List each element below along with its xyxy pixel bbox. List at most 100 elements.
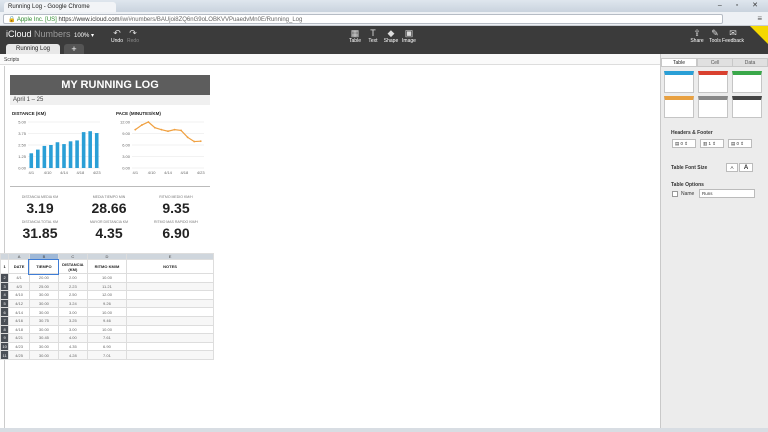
data-point[interactable] [199, 140, 202, 143]
table-header-cell[interactable]: RITMO KM/M [86, 259, 128, 274]
pace-chart[interactable]: 12.00 9.00 6.00 3.00 0.004/1 4/10 4/14 4/18 4/23 [114, 118, 210, 180]
table-row[interactable]: 6 4/14 30.00 3.00 10.00 [0, 307, 214, 317]
row-number[interactable]: 3 [0, 281, 10, 292]
data-point[interactable] [147, 121, 150, 123]
table-row[interactable]: 3 4/3 25.00 2.23 11.21 [0, 281, 214, 292]
stat-card[interactable]: DISTANCIA MEDIA KM 3.19 [9, 195, 71, 216]
stat-card[interactable]: MEDIA TIEMPO MIN 28.66 [78, 195, 140, 216]
table-cell[interactable]: 10.00 [86, 273, 128, 283]
log-title[interactable]: MY RUNNING LOG [10, 75, 210, 95]
url-field[interactable]: 🔒 Apple Inc. [US] https://www.icloud.com… [3, 14, 723, 24]
table-cell[interactable]: 4/14 [8, 307, 30, 317]
table-style-blue[interactable] [664, 71, 694, 93]
tab-data[interactable]: Data [732, 58, 768, 67]
table-cell[interactable]: 4.28 [57, 350, 88, 360]
table-style-orange[interactable] [664, 96, 694, 118]
browser-tab[interactable]: Running Log - Google Chrome [4, 2, 116, 12]
table-cell[interactable]: 30.00 [28, 324, 59, 335]
data-point[interactable] [167, 130, 169, 133]
footer-rows-stepper[interactable]: ▤ 0 ⇕ [728, 139, 752, 148]
row-number[interactable]: 6 [0, 307, 10, 317]
table-header-cell[interactable]: NOTES [126, 259, 214, 274]
table-style-red[interactable] [698, 71, 728, 93]
table-cell[interactable]: 11.21 [86, 281, 128, 292]
table-cell[interactable]: 4/16 [8, 315, 30, 326]
table-row[interactable]: 8 4/18 30.00 3.00 10.00 [0, 324, 214, 335]
row-number[interactable]: 7 [0, 315, 10, 326]
stat-card[interactable]: RITMO MEDIO KM/H 9.35 [145, 195, 207, 216]
table-row[interactable]: 10 4/23 30.00 4.35 6.90 [0, 341, 214, 352]
table-cell[interactable]: 2.23 [57, 281, 88, 292]
zoom-menu[interactable]: 100% ▾ [74, 32, 94, 39]
row-number[interactable]: 11 [0, 350, 10, 360]
add-sheet-button[interactable]: + [64, 44, 84, 54]
data-point[interactable] [193, 140, 196, 143]
bar[interactable] [42, 145, 47, 168]
table-cell[interactable]: 4.35 [57, 341, 88, 352]
app-feedback-button[interactable]: ✉ Feedback [722, 28, 744, 44]
table-cell[interactable] [126, 281, 214, 292]
table-cell[interactable] [126, 324, 214, 335]
table-name-field[interactable]: Runs [699, 189, 755, 198]
stat-card[interactable]: MAYOR DISTANCIA KM 4.35 [78, 220, 140, 241]
bar[interactable] [36, 149, 40, 168]
data-point[interactable] [140, 124, 143, 126]
table-row[interactable]: 5 4/12 30.00 3.24 9.26 [0, 298, 214, 309]
table-row[interactable]: 2 4/1 20.00 2.00 10.00 [0, 273, 214, 283]
date-range[interactable]: April 1 – 25 [10, 95, 210, 105]
table-style-dark[interactable] [732, 96, 762, 118]
table-cell[interactable]: 9.46 [86, 315, 128, 326]
runs-table[interactable]: ABCDE 1 DATE TIEMPO DISTANCIA (KM) RITMO KM/… [0, 253, 214, 360]
table-cell[interactable] [126, 273, 214, 283]
data-point[interactable] [160, 128, 163, 131]
table-cell[interactable]: 4/3 [8, 281, 30, 292]
table-cell[interactable]: 4/10 [8, 290, 30, 300]
bar[interactable] [75, 140, 79, 168]
table-header-cell[interactable]: DATE [8, 259, 30, 274]
bar[interactable] [49, 145, 53, 168]
table-cell[interactable]: 4/1 [8, 273, 30, 283]
table-cell[interactable]: 30.00 [28, 290, 59, 300]
table-cell[interactable]: 25.00 [28, 281, 59, 292]
row-number[interactable]: 9 [0, 333, 10, 343]
name-checkbox[interactable] [672, 191, 678, 197]
data-point[interactable] [173, 128, 176, 131]
insert-image-button[interactable]: ▣ Image [398, 28, 420, 44]
table-cell[interactable]: 4/12 [8, 298, 30, 309]
table-cell[interactable]: 3.00 [57, 307, 88, 317]
window-controls[interactable]: – ▫ ✕ [718, 1, 764, 9]
data-point[interactable] [186, 136, 189, 139]
tab-cell[interactable]: Cell [697, 58, 733, 67]
redo-button[interactable]: ↷ Redo [122, 28, 144, 44]
table-style-gray[interactable] [698, 96, 728, 118]
table-row[interactable]: 11 4/25 30.00 4.28 7.01 [0, 350, 214, 360]
table-cell[interactable]: 9.26 [86, 298, 128, 309]
table-cell[interactable]: 2.50 [57, 290, 88, 300]
data-point[interactable] [154, 126, 156, 129]
table-row[interactable]: 4 4/10 30.00 2.50 12.00 [0, 290, 214, 300]
table-cell[interactable]: 30.45 [28, 333, 59, 343]
table-cell[interactable]: 10.00 [86, 307, 128, 317]
table-cell[interactable]: 3.24 [57, 298, 88, 309]
table-cell[interactable]: 2.00 [57, 273, 88, 283]
table-cell[interactable]: 4/25 [8, 350, 30, 360]
row-number[interactable]: 5 [0, 298, 10, 309]
bar[interactable] [55, 142, 60, 168]
table-cell[interactable]: 30.00 [28, 307, 59, 317]
table-cell[interactable]: 30.00 [28, 298, 59, 309]
table-cell[interactable]: 4/21 [8, 333, 30, 343]
data-point[interactable] [134, 128, 137, 131]
row-number[interactable]: 8 [0, 324, 10, 335]
table-row[interactable]: 7 4/16 30.75 3.25 9.46 [0, 315, 214, 326]
bar[interactable] [81, 132, 86, 168]
chrome-menu-icon[interactable]: ≡ [757, 14, 762, 23]
table-cell[interactable] [126, 350, 214, 360]
row-number[interactable]: 10 [0, 341, 10, 352]
bar[interactable] [62, 144, 66, 168]
data-point[interactable] [180, 129, 182, 132]
table-cell[interactable] [126, 341, 214, 352]
table-cell[interactable]: 6.90 [86, 341, 128, 352]
row-number[interactable]: 2 [0, 273, 10, 283]
table-cell[interactable]: 30.75 [28, 315, 59, 326]
table-cell[interactable] [126, 315, 214, 326]
